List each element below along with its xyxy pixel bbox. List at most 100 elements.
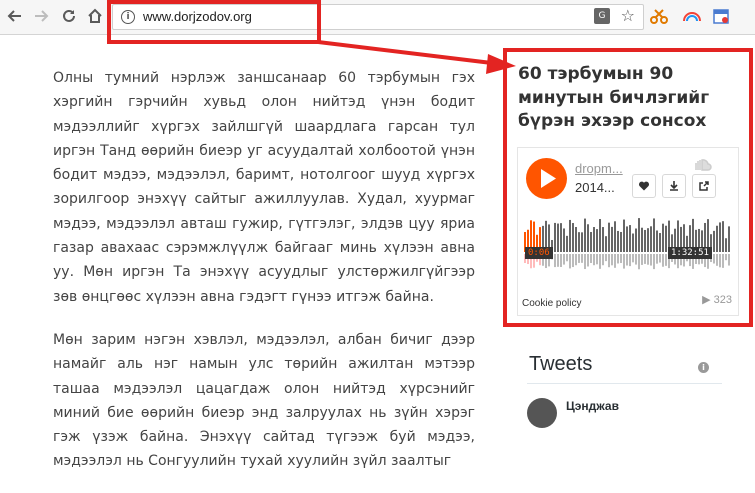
waveform-bar xyxy=(575,227,577,252)
waveform-reflection xyxy=(569,254,571,269)
waveform-reflection xyxy=(641,254,643,265)
waveform-bar xyxy=(569,219,571,252)
waveform-reflection xyxy=(596,254,598,265)
waveform-bar xyxy=(596,229,598,252)
waveform-reflection xyxy=(665,254,667,266)
star-icon[interactable]: ☆ xyxy=(621,6,635,25)
waveform-bar xyxy=(611,226,613,252)
waveform-bar xyxy=(659,233,661,252)
waveform-bar xyxy=(554,222,556,252)
waveform-bar xyxy=(599,219,601,252)
waveform-bar xyxy=(725,238,727,252)
download-button[interactable] xyxy=(662,174,686,198)
avatar[interactable] xyxy=(527,398,557,428)
waveform-bar xyxy=(587,224,589,252)
waveform-reflection xyxy=(575,254,577,266)
url-highlight-box xyxy=(107,0,321,44)
cookie-policy-link[interactable]: Cookie policy xyxy=(522,298,581,309)
waveform-bar xyxy=(728,226,730,252)
waveform-bar xyxy=(656,230,658,252)
waveform-reflection xyxy=(632,254,634,263)
waveform-bar xyxy=(602,227,604,252)
waveform-bar xyxy=(653,218,655,252)
rainbow-icon[interactable] xyxy=(682,7,701,25)
scissors-icon[interactable] xyxy=(650,7,668,25)
share-icon xyxy=(699,181,709,191)
waveform-bar xyxy=(650,226,652,252)
waveform-bar xyxy=(590,232,592,252)
info-icon[interactable]: i xyxy=(698,362,709,373)
waveform-reflection xyxy=(614,254,616,268)
waveform-bar xyxy=(563,228,565,252)
waveform-reflection xyxy=(593,254,595,266)
waveform-bar xyxy=(719,222,721,252)
waveform-bar xyxy=(644,229,646,252)
reload-icon[interactable] xyxy=(58,5,80,27)
waveform-reflection xyxy=(644,254,646,264)
download-icon xyxy=(670,181,678,191)
waveform-bar xyxy=(713,230,715,252)
forward-icon[interactable] xyxy=(30,5,52,27)
waveform-reflection xyxy=(578,254,580,263)
waveform-bar xyxy=(716,225,718,252)
track-title[interactable]: 2014... xyxy=(575,180,615,195)
soundcloud-player: dropm... 2014... 0:06 1:32:51 Cookie pol… xyxy=(517,147,739,316)
waveform-bar xyxy=(557,223,559,252)
waveform-reflection xyxy=(560,254,562,267)
back-icon[interactable] xyxy=(4,5,26,27)
sidebar-title: 60 тэрбумын 90 минутын бичлэгийг бүрэн э… xyxy=(518,64,710,131)
waveform-bar xyxy=(572,223,574,252)
waveform-reflection xyxy=(650,254,652,266)
waveform-reflection xyxy=(617,254,619,264)
waveform-reflection xyxy=(659,254,661,263)
waveform-reflection xyxy=(557,254,559,267)
waveform-reflection xyxy=(590,254,592,263)
waveform-bar xyxy=(626,226,628,252)
waveform-bar xyxy=(662,223,664,252)
waveform-reflection xyxy=(587,254,589,267)
play-count-icon: ▶ xyxy=(702,294,714,306)
play-count: ▶ 323 xyxy=(702,293,732,306)
waveform-bar xyxy=(566,235,568,252)
waveform-bar xyxy=(638,218,640,252)
waveform-bar xyxy=(722,221,724,252)
time-current: 0:06 xyxy=(525,247,553,259)
waveform-reflection xyxy=(599,254,601,269)
waveform-reflection xyxy=(629,254,631,267)
waveform-reflection xyxy=(728,254,730,266)
waveform-reflection xyxy=(653,254,655,270)
waveform-reflection xyxy=(620,254,622,264)
calendar-icon[interactable] xyxy=(712,7,730,25)
waveform-reflection xyxy=(581,254,583,263)
like-button[interactable] xyxy=(632,174,656,198)
waveform-reflection xyxy=(722,254,724,268)
home-icon[interactable] xyxy=(84,5,106,27)
waveform-bar xyxy=(617,230,619,252)
waveform-bar xyxy=(593,227,595,252)
waveform-reflection xyxy=(554,254,556,268)
waveform-reflection xyxy=(719,254,721,268)
waveform-reflection xyxy=(635,254,637,265)
waveform-reflection xyxy=(626,254,628,266)
soundcloud-logo-icon[interactable] xyxy=(688,156,712,175)
waveform-reflection xyxy=(713,254,715,264)
share-button[interactable] xyxy=(692,174,716,198)
translate-icon[interactable]: G xyxy=(594,8,610,24)
waveform-reflection xyxy=(725,254,727,261)
play-count-value: 323 xyxy=(713,294,732,306)
waveform-bar xyxy=(581,232,583,252)
waveform-reflection xyxy=(611,254,613,266)
waveform-bar xyxy=(647,228,649,252)
track-user[interactable]: dropm... xyxy=(575,161,623,176)
divider xyxy=(527,383,722,384)
waveform-reflection xyxy=(716,254,718,266)
waveform-bar xyxy=(665,225,667,252)
waveform-reflection xyxy=(638,254,640,270)
waveform-reflection xyxy=(656,254,658,264)
waveform-reflection xyxy=(566,254,568,262)
waveform-reflection xyxy=(584,254,586,270)
waveform-bar xyxy=(608,222,610,252)
play-button[interactable] xyxy=(526,158,567,199)
waveform-bar xyxy=(584,218,586,252)
waveform-bar xyxy=(635,228,637,252)
